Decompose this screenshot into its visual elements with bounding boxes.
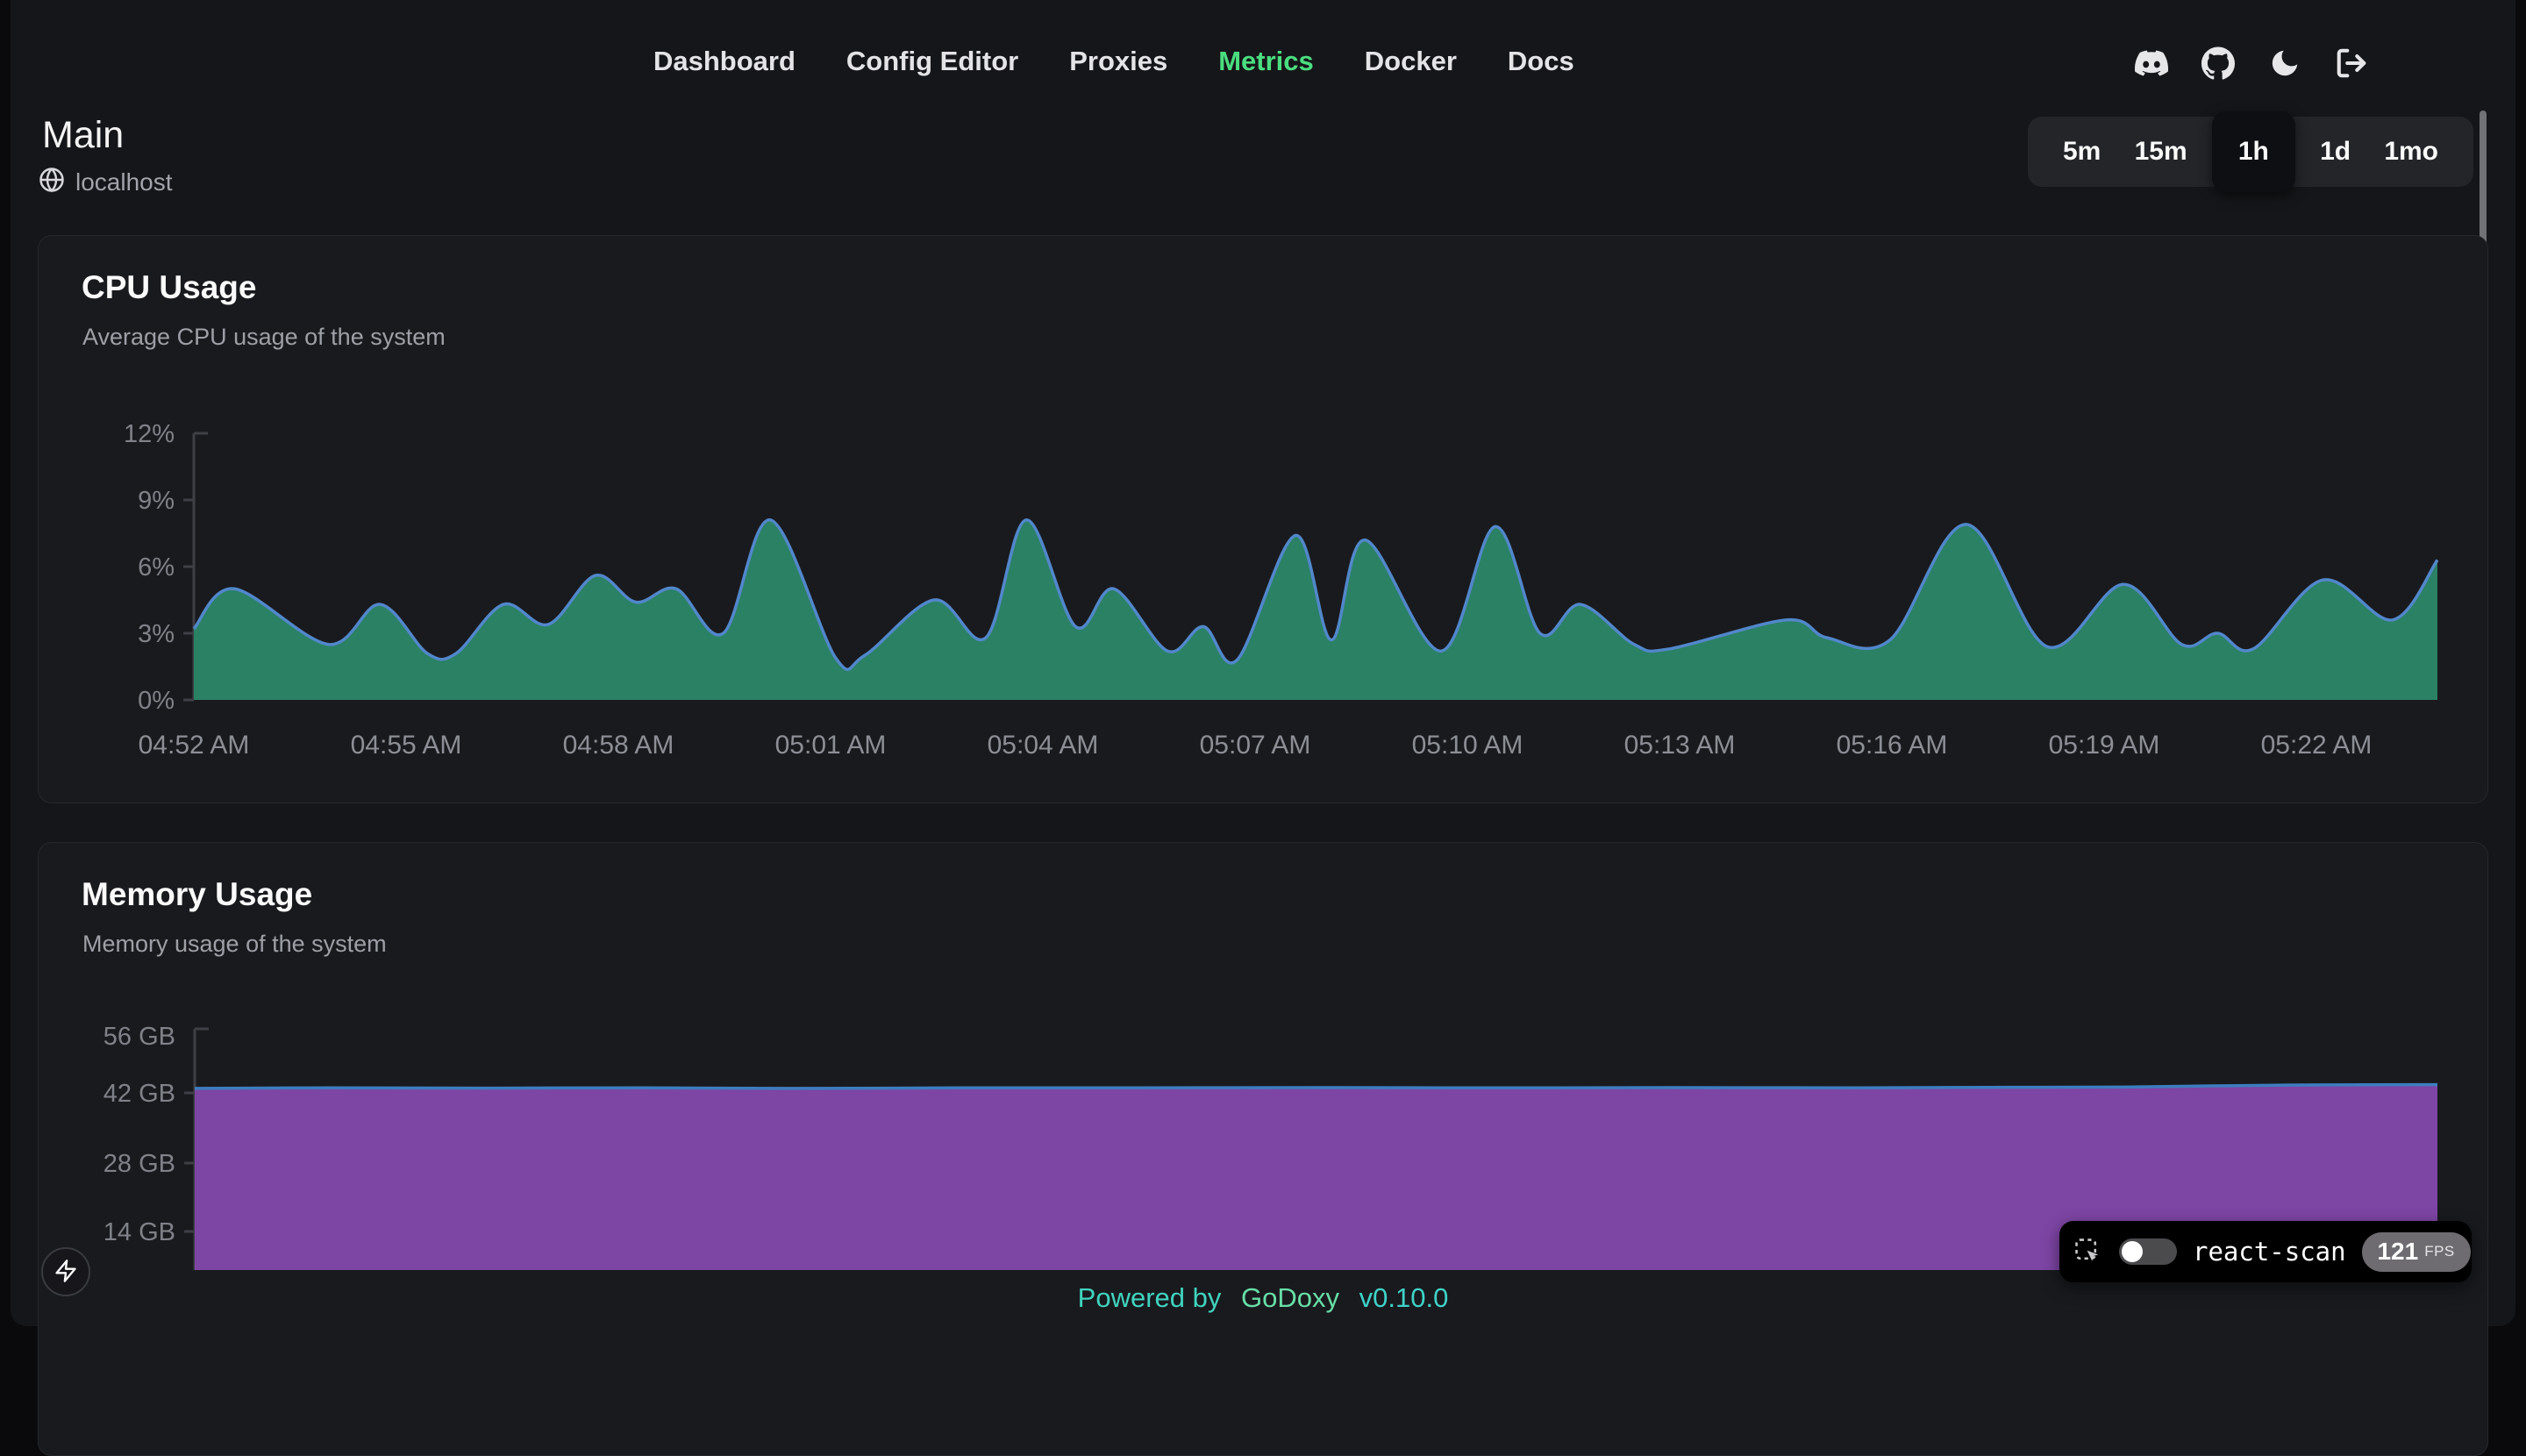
memory-y-tick-label: 56 GB	[103, 1023, 175, 1051]
cpu-y-tick-label: 9%	[138, 487, 175, 515]
cpu-x-tick-label: 05:04 AM	[988, 731, 1099, 760]
github-icon[interactable]	[2201, 46, 2236, 81]
version-text: v0.10.0	[1359, 1282, 1449, 1313]
top-nav-icons	[2134, 46, 2369, 81]
cpu-usage-chart[interactable]: 0% 3% 6% 9% 12% 04:52 AM 04:55 AM 04:58 AM 05:01…	[39, 236, 2489, 804]
nav-item-docker[interactable]: Docker	[1365, 44, 1457, 79]
cpu-x-tick-label: 05:22 AM	[2261, 731, 2373, 760]
inspect-cursor-icon[interactable]	[2073, 1237, 2103, 1267]
globe-icon	[39, 167, 65, 197]
cpu-area-series	[194, 520, 2437, 700]
memory-usage-chart[interactable]: 56 GB 42 GB 28 GB 14 GB	[39, 843, 2489, 1270]
cpu-x-tick-label: 05:01 AM	[775, 731, 887, 760]
react-scan-widget: react-scan 121 FPS	[2059, 1221, 2472, 1282]
godoxy-link[interactable]: GoDoxy	[1241, 1282, 1339, 1313]
nav-item-docs[interactable]: Docs	[1508, 44, 1574, 79]
cpu-usage-card: CPU Usage Average CPU usage of the syste…	[38, 235, 2488, 803]
nav-item-proxies[interactable]: Proxies	[1069, 44, 1167, 79]
memory-y-tick-label: 28 GB	[103, 1150, 175, 1178]
quick-actions-button[interactable]	[41, 1247, 90, 1296]
nav-item-dashboard[interactable]: Dashboard	[653, 44, 796, 79]
time-range-selector: 5m15m1h1d1mo	[2028, 117, 2473, 187]
memory-y-tick-label: 42 GB	[103, 1080, 175, 1108]
cpu-x-tick-label: 05:13 AM	[1624, 731, 1736, 760]
cpu-y-tick-label: 0%	[138, 687, 175, 715]
cpu-x-tick-label: 05:19 AM	[2049, 731, 2160, 760]
page-title: Main	[42, 114, 124, 157]
memory-usage-card: Memory Usage Memory usage of the system …	[38, 842, 2488, 1456]
time-range-option-5m[interactable]: 5m	[2054, 137, 2109, 167]
host-row: localhost	[39, 167, 173, 197]
footer: Powered by GoDoxy v0.10.0	[11, 1282, 2515, 1314]
cpu-x-tick-label: 05:16 AM	[1837, 731, 1948, 760]
lightning-icon	[54, 1259, 78, 1286]
time-range-option-1mo[interactable]: 1mo	[2375, 137, 2447, 167]
fps-value: 121	[2377, 1238, 2418, 1266]
powered-by-text: Powered by	[1078, 1282, 1222, 1313]
time-range-option-1d[interactable]: 1d	[2311, 137, 2359, 167]
theme-moon-icon[interactable]	[2267, 46, 2302, 81]
time-range-option-15m[interactable]: 15m	[2126, 137, 2196, 167]
fps-badge: 121 FPS	[2362, 1232, 2471, 1272]
cpu-x-tick-label: 05:07 AM	[1200, 731, 1311, 760]
toggle-knob	[2122, 1241, 2143, 1262]
host-label: localhost	[75, 168, 173, 196]
top-nav: Dashboard Config Editor Proxies Metrics Dock…	[653, 44, 1574, 79]
nav-item-config-editor[interactable]: Config Editor	[846, 44, 1018, 79]
cpu-x-tick-label: 04:55 AM	[351, 731, 462, 760]
time-range-option-1h[interactable]: 1h	[2212, 111, 2295, 192]
cpu-x-tick-label: 04:52 AM	[139, 731, 250, 760]
cpu-x-tick-label: 05:10 AM	[1412, 731, 1523, 760]
nav-item-metrics[interactable]: Metrics	[1218, 44, 1314, 79]
cpu-y-tick-label: 12%	[124, 420, 175, 448]
react-scan-toggle[interactable]	[2119, 1238, 2177, 1265]
memory-series-line	[195, 1085, 2437, 1088]
cpu-y-tick-label: 3%	[138, 620, 175, 648]
fps-unit: FPS	[2424, 1243, 2455, 1260]
discord-icon[interactable]	[2134, 46, 2169, 81]
cpu-y-tick-label: 6%	[138, 553, 175, 582]
react-scan-label: react-scan	[2193, 1237, 2346, 1267]
logout-icon[interactable]	[2334, 46, 2369, 81]
memory-y-tick-label: 14 GB	[103, 1218, 175, 1246]
cpu-x-tick-label: 04:58 AM	[563, 731, 674, 760]
